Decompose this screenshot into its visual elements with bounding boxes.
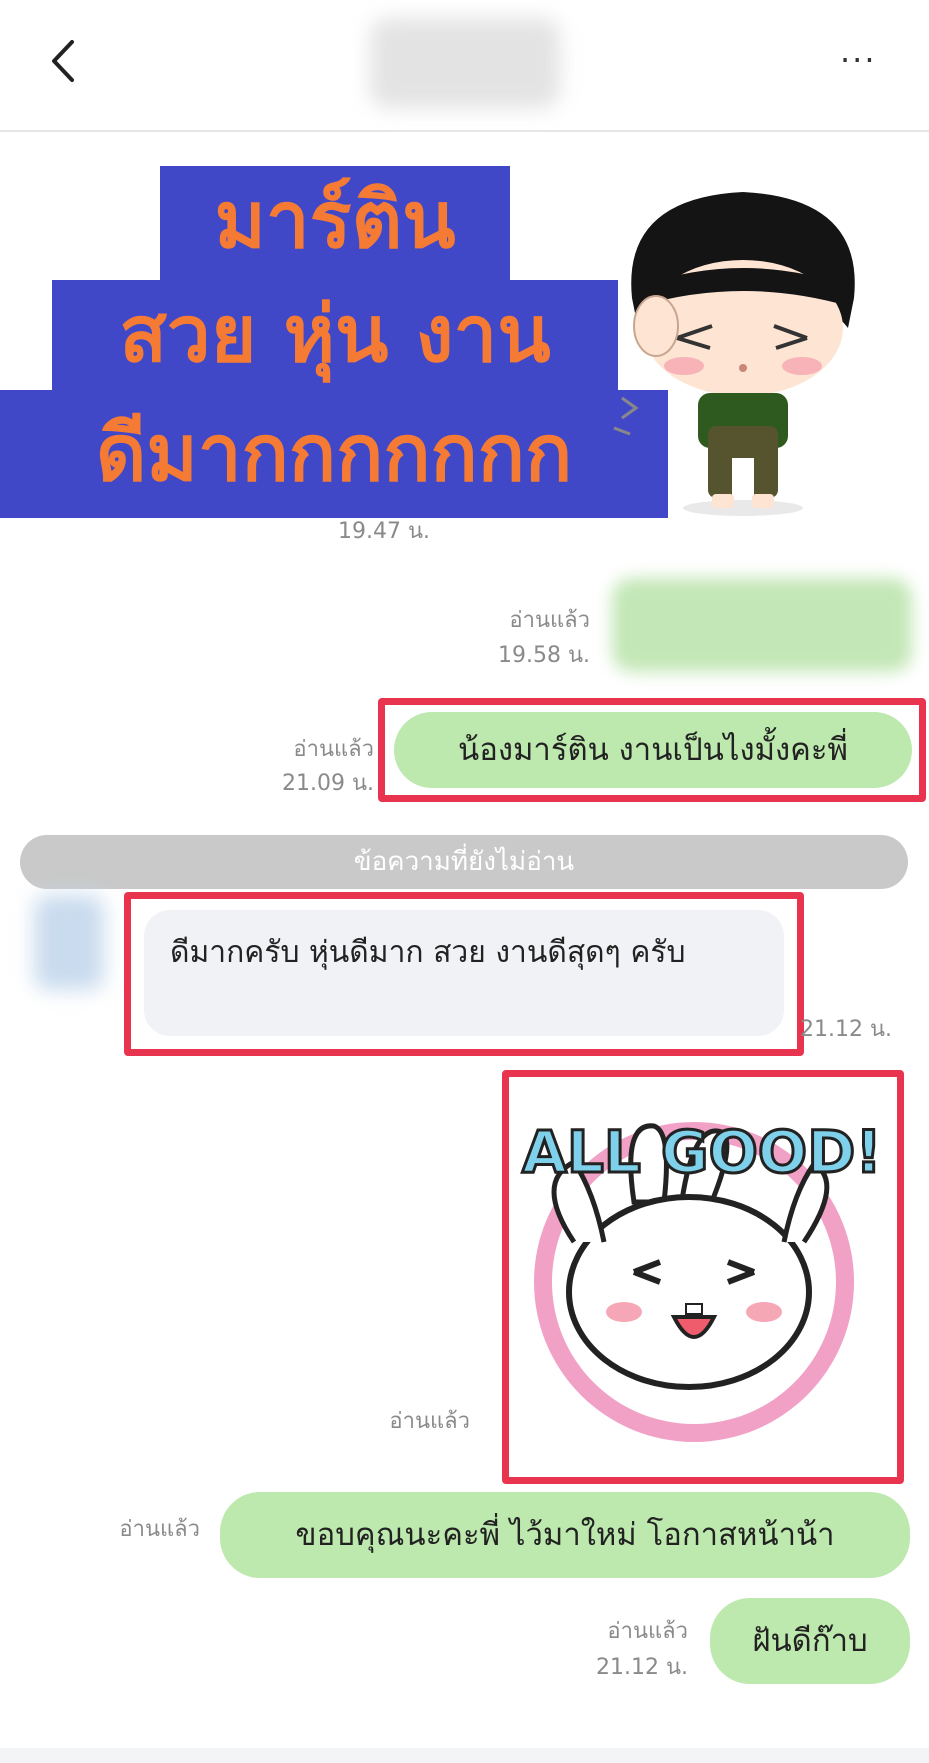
message-time: 21.09 น. xyxy=(281,771,374,796)
back-button[interactable] xyxy=(44,36,84,86)
chevron-left-icon xyxy=(52,40,74,82)
sent-message-bubble[interactable]: น้องมาร์ติน งานเป็นไงมั้งคะพี่ xyxy=(394,712,912,788)
read-receipt: อ่านแล้ว xyxy=(607,1619,688,1644)
message-time: 21.12 น. xyxy=(800,1017,893,1042)
read-receipt: อ่านแล้ว xyxy=(509,608,590,633)
banner-line-3: ดีมากกกกกกก xyxy=(0,390,668,518)
unread-divider: ข้อความที่ยังไม่อ่าน xyxy=(20,835,908,889)
received-message-bubble[interactable]: ดีมากครับ หุ่นดีมาก สวย งานดีสุดๆ ครับ xyxy=(144,910,784,1036)
cartoon-girl-sticker xyxy=(613,192,855,516)
banner-line-2: สวย หุ่น งาน xyxy=(52,280,618,392)
sticker-text: ALL GOOD! xyxy=(522,1118,882,1186)
banner-line-1: มาร์ติน xyxy=(160,166,510,280)
read-receipt: อ่านแล้ว xyxy=(389,1409,470,1434)
contact-name-blurred xyxy=(370,18,560,108)
read-receipt: อ่านแล้ว xyxy=(293,737,374,762)
read-receipt: อ่านแล้ว xyxy=(119,1517,200,1542)
sent-message-bubble[interactable]: ขอบคุณนะคะพี่ ไว้มาใหม่ โอกาสหน้าน้า xyxy=(220,1492,910,1578)
more-button[interactable]: ··· xyxy=(840,42,877,78)
bottom-edge xyxy=(0,1748,929,1763)
avatar[interactable] xyxy=(34,895,104,990)
message-time: 21.12 น. xyxy=(595,1655,688,1680)
message-time: 19.47 น. xyxy=(337,519,430,544)
all-good-sticker[interactable]: ALL GOOD! xyxy=(514,1082,892,1472)
message-time: 19.58 น. xyxy=(497,643,590,668)
blurred-message xyxy=(612,578,912,672)
sent-message-bubble[interactable]: ฝันดีก๊าบ xyxy=(710,1598,910,1684)
